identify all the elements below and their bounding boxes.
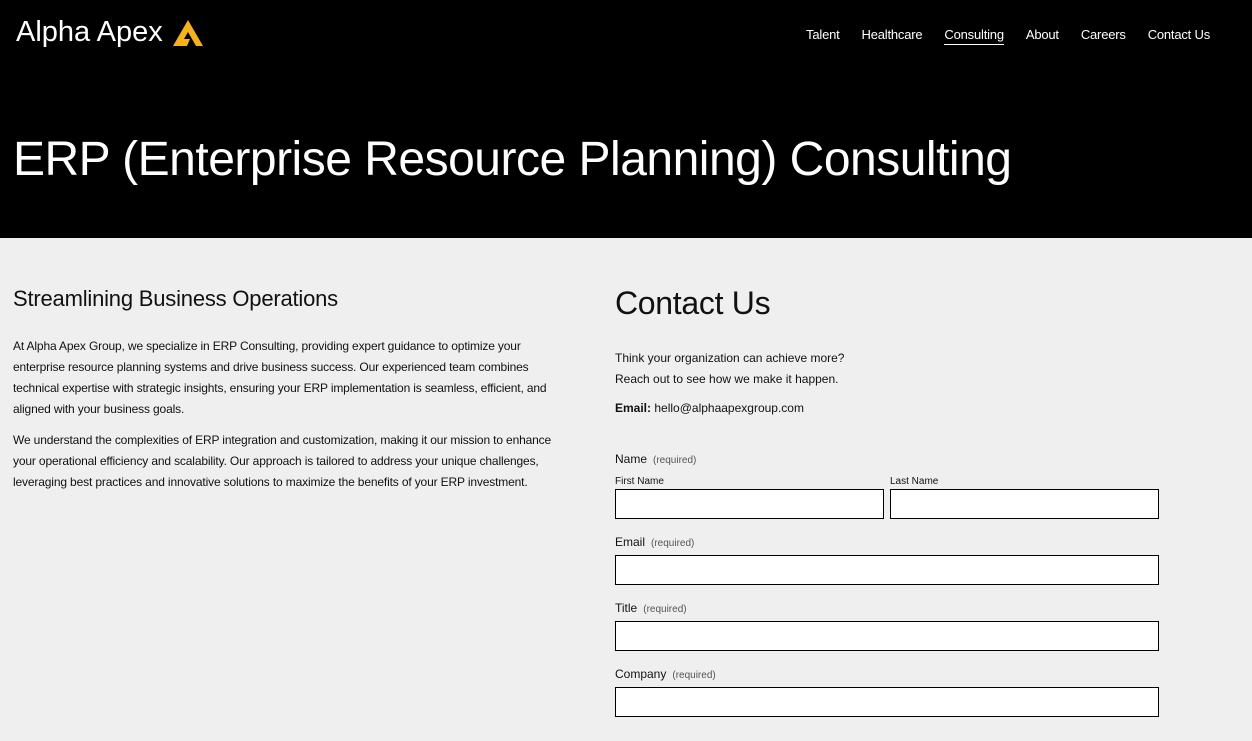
first-name-input[interactable] — [615, 489, 884, 519]
brand-logo-link[interactable]: Alpha Apex — [16, 16, 203, 49]
nav-item-contact-us[interactable]: Contact Us — [1148, 27, 1211, 45]
last-name-input[interactable] — [890, 489, 1159, 519]
last-name-label: Last Name — [890, 476, 939, 487]
title-input[interactable] — [615, 621, 1159, 651]
contact-intro-line-1: Think your organization can achieve more… — [615, 351, 845, 365]
about-paragraph-1: At Alpha Apex Group, we specialize in ER… — [13, 339, 547, 416]
contact-email: Email: hello@alphaapexgroup.com — [615, 401, 1160, 415]
title-field-label: Title (required) — [615, 601, 1160, 615]
name-label-text: Name — [615, 452, 648, 466]
about-section: Streamlining Business Operations At Alph… — [13, 286, 561, 503]
about-paragraph-2: We understand the complexities of ERP in… — [13, 433, 552, 489]
brand-name: Alpha Apex — [16, 16, 163, 48]
required-note: (required) — [672, 670, 716, 681]
company-field-group: Company (required) — [615, 667, 1160, 717]
required-note: (required) — [651, 538, 695, 549]
name-field-group: Name (required) First Name Last Name — [615, 452, 1160, 519]
section-heading: Streamlining Business Operations — [13, 286, 338, 311]
contact-section: Contact Us Think your organization can a… — [615, 285, 1160, 717]
email-field-label-text: Email — [615, 535, 646, 549]
email-field-group: Email (required) — [615, 535, 1160, 585]
nav-item-about[interactable]: About — [1026, 27, 1059, 45]
hero-banner: Alpha Apex Talent Healthcare Consulting … — [0, 0, 1252, 238]
email-link[interactable]: hello@alphaapexgroup.com — [654, 401, 804, 415]
email-label: Email: — [615, 401, 652, 415]
triangle-logo-icon — [172, 19, 203, 46]
contact-intro-line-2: Reach out to see how we make it happen. — [615, 372, 839, 386]
company-input[interactable] — [615, 687, 1159, 717]
company-field-label-text: Company — [615, 667, 667, 681]
contact-intro: Think your organization can achieve more… — [615, 348, 1160, 390]
first-name-label: First Name — [615, 476, 664, 487]
title-field-label-text: Title — [615, 601, 638, 615]
name-label: Name (required) — [615, 452, 1160, 466]
nav-item-careers[interactable]: Careers — [1081, 27, 1126, 45]
email-input[interactable] — [615, 555, 1159, 585]
nav-item-talent[interactable]: Talent — [806, 27, 840, 45]
email-field-label: Email (required) — [615, 535, 1160, 549]
page-title: ERP (Enterprise Resource Planning) Consu… — [13, 133, 1012, 186]
nav-item-consulting[interactable]: Consulting — [944, 27, 1004, 45]
required-note: (required) — [643, 604, 687, 615]
contact-form: Name (required) First Name Last Name Emai… — [615, 452, 1160, 717]
main-navigation: Talent Healthcare Consulting About Caree… — [806, 27, 1210, 45]
required-note: (required) — [653, 455, 697, 466]
nav-item-healthcare[interactable]: Healthcare — [862, 27, 923, 45]
company-field-label: Company (required) — [615, 667, 1160, 681]
title-field-group: Title (required) — [615, 601, 1160, 651]
contact-heading: Contact Us — [615, 285, 771, 321]
